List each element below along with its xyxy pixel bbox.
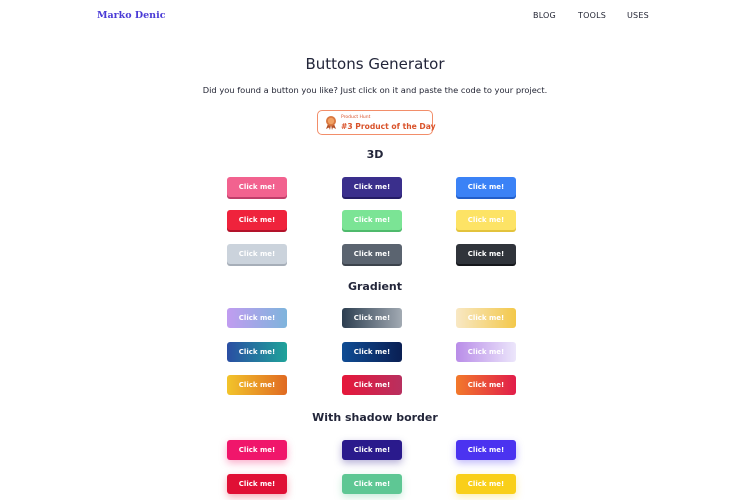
button-gradient-slate[interactable]: Click me! (342, 308, 402, 328)
button-3d-green[interactable]: Click me! (342, 210, 402, 230)
nav-link-blog[interactable]: BLOG (533, 11, 556, 20)
button-3d-indigo[interactable]: Click me! (342, 177, 402, 197)
button-3d-blue[interactable]: Click me! (456, 177, 516, 197)
brand-logo-link[interactable]: Marko Denic (97, 10, 166, 21)
medal-icon (326, 116, 336, 130)
product-hunt-badge[interactable]: Product Hunt #3 Product of the Day (317, 110, 436, 135)
product-hunt-rank: #3 Product of the Day (341, 122, 436, 131)
section-title-shadow-border: With shadow border (312, 411, 438, 424)
section-title-3d: 3D (366, 148, 384, 161)
button-shadow-violet[interactable]: Click me! (456, 440, 516, 460)
button-gradient-cream-gold[interactable]: Click me! (456, 308, 516, 328)
button-shadow-indigo[interactable]: Click me! (342, 440, 402, 460)
button-gradient-orange-red[interactable]: Click me! (456, 375, 516, 395)
button-3d-dark[interactable]: Click me! (456, 244, 516, 264)
button-gradient-purple-light[interactable]: Click me! (456, 342, 516, 362)
button-gradient-yellow-orange[interactable]: Click me! (227, 375, 287, 395)
button-3d-light-gray[interactable]: Click me! (227, 244, 287, 264)
button-3d-red[interactable]: Click me! (227, 210, 287, 230)
button-shadow-red[interactable]: Click me! (227, 474, 287, 494)
page-title: Buttons Generator (305, 55, 445, 73)
button-gradient-blue-teal[interactable]: Click me! (227, 342, 287, 362)
button-shadow-green[interactable]: Click me! (342, 474, 402, 494)
section-title-gradient: Gradient (347, 280, 403, 293)
top-nav: Marko Denic BLOG TOOLS USES (0, 0, 750, 32)
nav-link-uses[interactable]: USES (627, 11, 649, 20)
product-hunt-label: Product Hunt (341, 115, 371, 120)
page-subtitle: Did you found a button you like? Just cl… (202, 85, 548, 95)
button-shadow-pink[interactable]: Click me! (227, 440, 287, 460)
button-3d-pink[interactable]: Click me! (227, 177, 287, 197)
button-gradient-lavender-blue[interactable]: Click me! (227, 308, 287, 328)
button-3d-gray[interactable]: Click me! (342, 244, 402, 264)
button-gradient-red-magenta[interactable]: Click me! (342, 375, 402, 395)
button-shadow-yellow[interactable]: Click me! (456, 474, 516, 494)
button-3d-yellow[interactable]: Click me! (456, 210, 516, 230)
nav-link-tools[interactable]: TOOLS (578, 11, 606, 20)
button-gradient-navy[interactable]: Click me! (342, 342, 402, 362)
